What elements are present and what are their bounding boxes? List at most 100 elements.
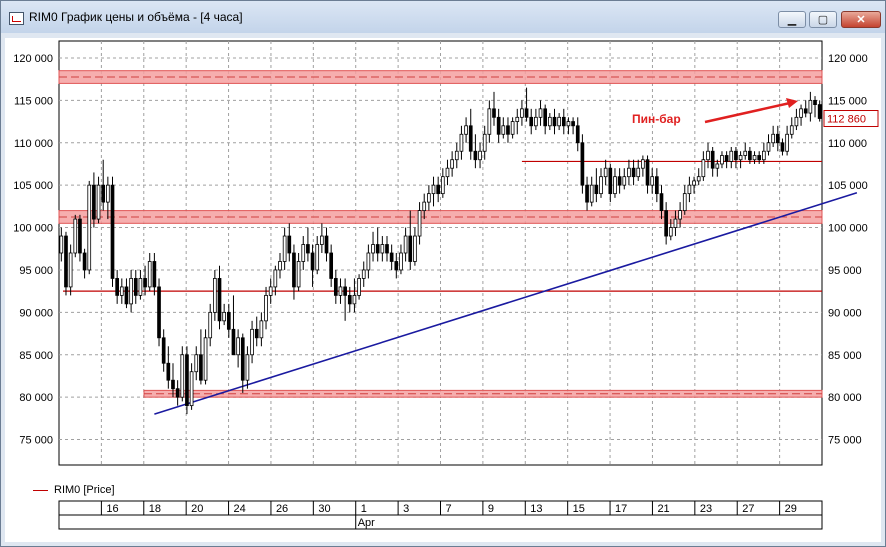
candle-body [696,176,701,182]
x-tick-label: 20 [191,503,203,515]
candle-body [710,150,715,169]
candle-body [324,235,329,254]
candle-body [487,108,492,135]
candle-body [171,379,175,390]
title-bar[interactable]: RIM0 График цены и объёма - [4 часа] ▁ ▢… [1,1,885,33]
y-tick-label-right: 115 000 [828,95,867,107]
candle-body [757,155,762,161]
candle-body [115,278,119,296]
chart-window: RIM0 График цены и объёма - [4 часа] ▁ ▢… [0,0,886,547]
candle-body [282,235,287,262]
candle-body [459,133,464,152]
candle-body [580,142,585,186]
candle-body [585,184,589,203]
candle-body [413,235,417,262]
candle-body [296,261,301,288]
candle-body [729,150,734,162]
candle-body [794,116,799,127]
candle-body [133,278,138,296]
candle-body [506,125,510,135]
candle-body [152,261,157,288]
chart-client-area: 75 000 75 000 80 000 80 000 85 000 85 000 90 0… [5,38,881,542]
x-tick-label: 16 [106,503,118,515]
candle-body [403,235,408,254]
y-tick-label-left: 75 000 [19,435,53,447]
candle-body [110,184,115,279]
candle-body [762,150,766,161]
y-tick-label-right: 110 000 [828,138,867,150]
candle-body [594,184,599,195]
candle-body [101,184,106,203]
candle-body [543,108,548,127]
candle-body [96,184,101,220]
candle-body [445,167,450,178]
candle-body [775,133,780,144]
candle-body [366,252,371,271]
candle-body [250,328,254,356]
candle-body [608,167,613,195]
candle-body [561,116,566,127]
x-tick-label: 13 [530,503,542,515]
candle-body [752,155,757,161]
candle-body [189,371,194,407]
price-chart[interactable]: 75 000 75 000 80 000 80 000 85 000 85 000 90 0… [5,38,881,542]
legend-line-marker [33,489,48,491]
candle-body [138,278,143,296]
candle-body [217,278,222,322]
candle-body [799,108,803,118]
candle-body [129,278,133,305]
candle-body [417,210,422,237]
candle-body [492,108,496,118]
close-button[interactable]: ✕ [841,11,881,28]
candle-body [310,252,315,271]
candle-body [399,252,403,271]
candle-body [571,121,575,127]
y-tick-label-left: 115 000 [14,95,53,107]
maximize-button[interactable]: ▢ [809,11,837,28]
x-tick-label: 15 [573,503,585,515]
candle-body [701,159,706,178]
x-tick-label: 17 [615,503,627,515]
x-tick-label: 30 [318,503,330,515]
y-tick-label-left: 100 000 [13,223,53,235]
candle-body [631,167,636,178]
chart-legend: RIM0 [Price] [33,484,115,496]
x-tick-label: 23 [700,503,712,515]
candle-body [92,184,96,220]
candle-body [440,176,445,195]
candle-body [613,176,617,195]
candle-body [226,311,231,330]
candle-body [817,104,822,119]
y-tick-label-left: 90 000 [19,307,53,319]
candle-body [352,294,357,305]
candle-body [185,354,189,407]
candle-body [468,125,473,152]
candle-body [654,176,659,195]
candle-body [180,354,185,398]
minimize-button[interactable]: ▁ [778,11,806,28]
candle-body [524,108,529,118]
candle-body [427,193,431,203]
candle-body [734,150,738,161]
candle-body [627,167,631,178]
candle-body [208,311,213,339]
y-tick-label-left: 85 000 [19,350,53,362]
candle-body [259,320,264,339]
candle-body [808,99,813,114]
candle-body [240,337,245,381]
y-tick-label-right: 75 000 [828,435,862,447]
candle-body [529,116,534,127]
y-tick-label-right: 100 000 [828,223,868,235]
candle-body [664,210,668,237]
y-tick-label-right: 120 000 [828,53,868,65]
candle-body [436,184,441,195]
candle-body [371,244,375,254]
candle-body [343,286,347,296]
candle-body [106,184,110,203]
candle-body [64,235,68,288]
candle-body [347,294,352,305]
last-price-label: 112 860 [827,114,866,126]
candle-body [478,150,482,161]
y-tick-label-right: 105 000 [828,180,868,192]
candle-body [496,116,501,135]
